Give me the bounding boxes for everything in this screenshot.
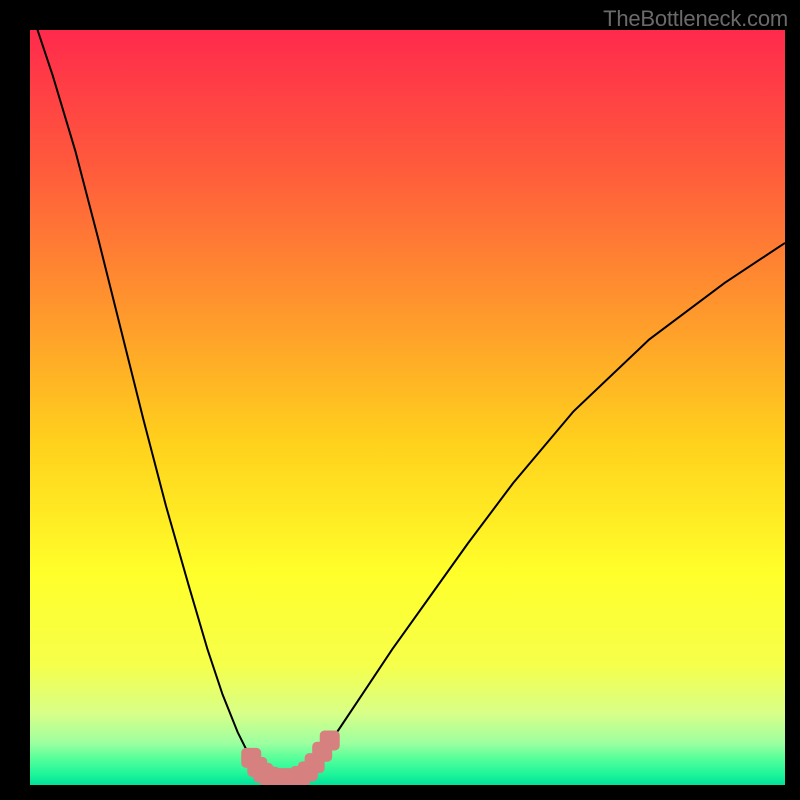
data-marker bbox=[320, 731, 339, 750]
bottleneck-curve bbox=[30, 30, 785, 777]
plot-area bbox=[30, 30, 785, 785]
marker-group bbox=[242, 731, 340, 785]
chart-root: TheBottleneck.com bbox=[0, 0, 800, 800]
chart-overlay bbox=[30, 30, 785, 785]
watermark-text: TheBottleneck.com bbox=[603, 6, 788, 32]
